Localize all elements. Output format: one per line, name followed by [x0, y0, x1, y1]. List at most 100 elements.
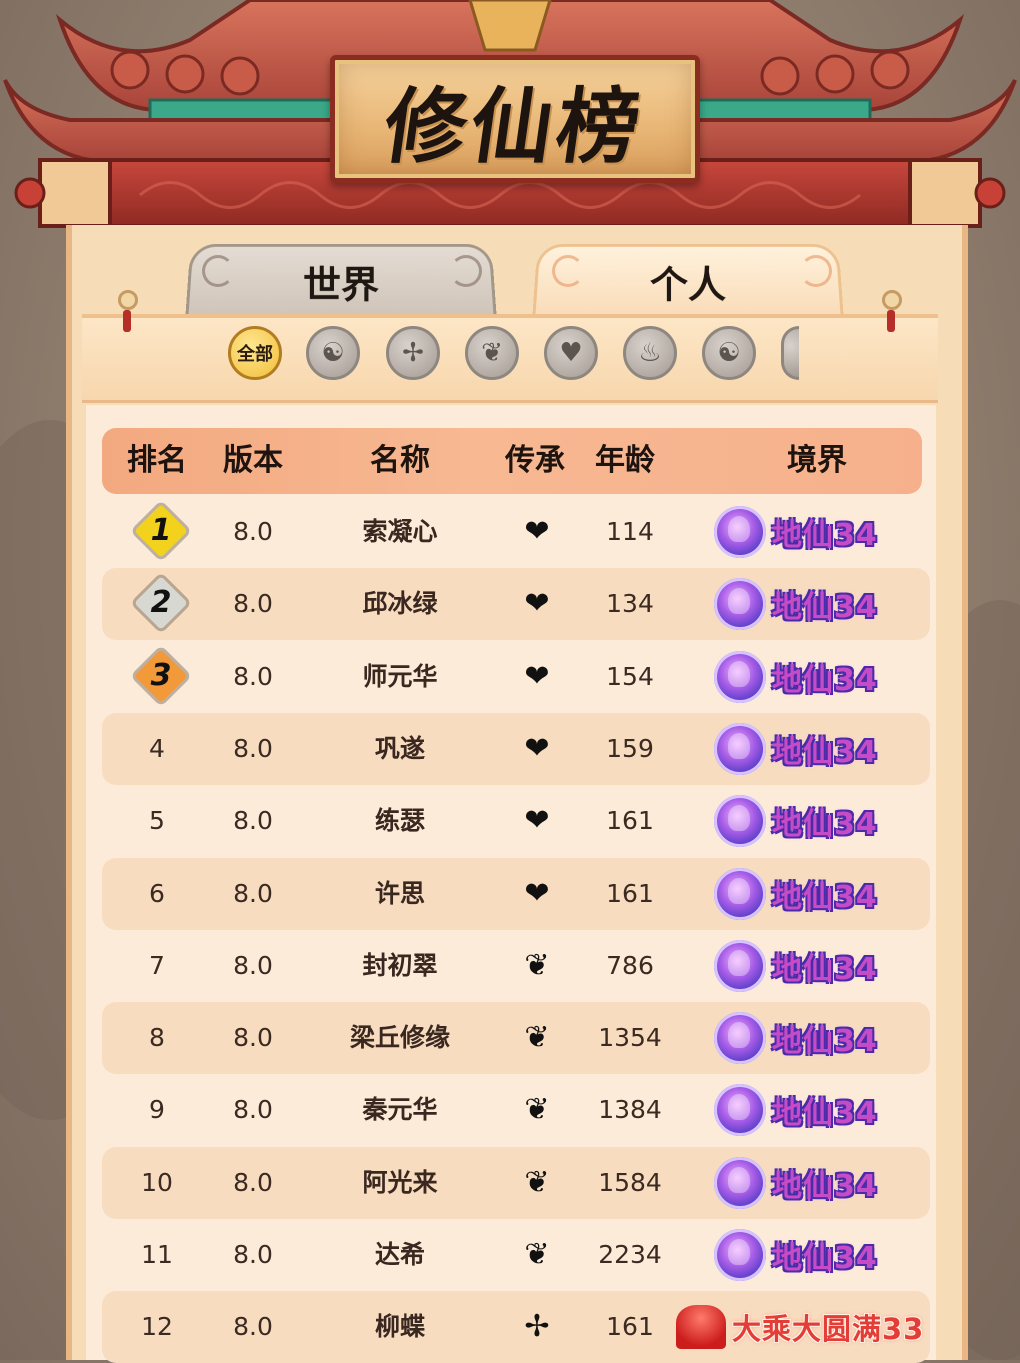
book-icon: ❦ [524, 1020, 550, 1056]
filter-taiji-button[interactable]: ☯ [702, 326, 756, 380]
realm-badge: 地仙34 [714, 719, 878, 779]
realm-label: 地仙34 [772, 518, 878, 553]
realm-label: 地仙34 [772, 590, 878, 626]
realm-orb-icon [714, 506, 766, 558]
realm-badge: 地仙34 [714, 791, 878, 851]
rank-number: 10 [141, 1167, 173, 1197]
age-value: 1354 [598, 1023, 662, 1053]
tab-swirl-ornament [552, 255, 584, 287]
tab-swirl-ornament [450, 255, 482, 287]
age-value: 786 [606, 950, 654, 980]
realm-label: 地仙34 [772, 807, 878, 843]
player-name[interactable]: 阿光来 [320, 1147, 480, 1219]
player-name[interactable]: 柳蝶 [320, 1291, 480, 1363]
header-rank: 排名 [127, 443, 187, 478]
rank-number: 7 [149, 950, 165, 980]
player-name[interactable]: 师元华 [320, 641, 480, 713]
table-row[interactable]: 7 8.0 封初翠 ❦ 786 地仙34 [102, 930, 930, 1002]
filter-all-label: 全部 [237, 344, 273, 365]
header-version: 版本 [223, 443, 283, 478]
title-plaque: 修仙榜 [330, 55, 700, 183]
player-name[interactable]: 邱冰绿 [320, 568, 480, 640]
table-row[interactable]: 5 8.0 练瑟 ❤ 161 地仙34 [102, 785, 930, 857]
sword-emblem-icon: ✢ [524, 1309, 550, 1345]
realm-badge: 地仙34 [714, 1153, 878, 1213]
realm-label: 大乘大圆满33 [732, 1312, 925, 1347]
player-name[interactable]: 秦元华 [320, 1074, 480, 1146]
realm-orb-icon [714, 867, 766, 920]
realm-orb-icon [714, 1084, 766, 1137]
header-name: 名称 [370, 443, 430, 478]
meditation-icon [676, 1305, 726, 1350]
player-name[interactable]: 封初翠 [320, 930, 480, 1002]
filter-yin-yang-button[interactable]: ☯ [306, 326, 360, 380]
version-value: 8.0 [233, 733, 273, 763]
taiji-icon: ☯ [717, 338, 741, 368]
realm-label: 地仙34 [772, 734, 878, 770]
hanging-tassel [882, 290, 902, 332]
table-row[interactable]: 6 8.0 许思 ❤ 161 地仙34 [102, 857, 930, 930]
tab-world[interactable]: 世界 [185, 243, 497, 317]
realm-label: 地仙34 [772, 951, 878, 987]
realm-label: 地仙34 [772, 1168, 878, 1204]
table-row[interactable]: 3 8.0 师元华 ❤ 154 地仙34 [102, 641, 930, 713]
player-name[interactable]: 许思 [320, 858, 480, 930]
table-row[interactable]: 12 8.0 柳蝶 ✢ 161 大乘大圆满33 [102, 1291, 930, 1363]
filter-more-button[interactable] [781, 326, 799, 380]
rank-number: 11 [141, 1240, 173, 1269]
rank-number: 3 [150, 657, 172, 693]
filter-sword-button[interactable]: ✢ [386, 326, 440, 380]
realm-badge: 地仙34 [714, 1080, 878, 1140]
table-row[interactable]: 9 8.0 秦元华 ❦ 1384 地仙34 [102, 1074, 930, 1146]
filter-flame-button[interactable]: ♨ [623, 326, 677, 380]
table-row[interactable]: 11 8.0 达希 ❦ 2234 地仙34 [102, 1219, 930, 1291]
age-value: 2234 [598, 1240, 662, 1269]
tab-swirl-ornament [202, 255, 234, 287]
header-inheritance: 传承 [505, 443, 565, 478]
rank-badge: 3 [134, 648, 188, 703]
heart-icon: ❤ [524, 730, 550, 766]
realm-badge: 地仙34 [714, 936, 878, 996]
heart-icon: ❤ [524, 586, 550, 622]
version-value: 8.0 [233, 1312, 273, 1342]
rank-badge: 2 [134, 576, 188, 631]
rank-number: 9 [149, 1095, 165, 1125]
heart-icon: ❤ [524, 803, 550, 839]
player-name[interactable]: 梁丘修缘 [320, 1002, 480, 1074]
player-name[interactable]: 巩遂 [320, 713, 480, 785]
realm-label: 地仙34 [772, 879, 878, 915]
filter-heart-button[interactable]: ♥ [544, 326, 598, 380]
version-value: 8.0 [233, 806, 273, 836]
realm-label: 地仙34 [772, 662, 878, 698]
table-row[interactable]: 2 8.0 邱冰绿 ❤ 134 地仙34 [102, 568, 930, 641]
book-icon: ❦ [524, 947, 550, 983]
version-value: 8.0 [233, 1095, 273, 1125]
player-name[interactable]: 达希 [320, 1219, 480, 1291]
table-row[interactable]: 8 8.0 梁丘修缘 ❦ 1354 地仙34 [102, 1002, 930, 1075]
realm-badge: 地仙34 [714, 864, 878, 924]
realm-orb-icon [714, 650, 766, 703]
realm-badge: 地仙34 [714, 502, 878, 562]
realm-orb-icon [714, 1012, 766, 1065]
table-row[interactable]: 1 8.0 索凝心 ❤ 114 地仙34 [102, 496, 930, 568]
table-row[interactable]: 10 8.0 阿光来 ❦ 1584 地仙34 [102, 1146, 930, 1219]
sword-emblem-icon: ✢ [402, 338, 424, 368]
version-value: 8.0 [233, 878, 273, 908]
realm-badge: 地仙34 [714, 1008, 878, 1068]
player-name[interactable]: 练瑟 [320, 785, 480, 857]
age-value: 114 [606, 517, 654, 546]
player-name[interactable]: 索凝心 [320, 496, 480, 568]
version-value: 8.0 [233, 661, 273, 691]
realm-orb-icon [714, 578, 766, 631]
version-value: 8.0 [233, 1167, 273, 1197]
age-value: 161 [606, 806, 654, 836]
rank-number: 8 [149, 1023, 165, 1053]
tab-personal-label: 个人 [649, 262, 727, 307]
realm-orb-icon [714, 939, 766, 992]
header-age: 年龄 [595, 443, 655, 478]
table-header: 排名 版本 名称 传承 年龄 境界 [102, 428, 922, 494]
filter-book-button[interactable]: ❦ [465, 326, 519, 380]
filter-all-button[interactable]: 全部 [228, 326, 282, 380]
table-row[interactable]: 4 8.0 巩遂 ❤ 159 地仙34 [102, 712, 930, 785]
header-realm: 境界 [787, 443, 847, 478]
